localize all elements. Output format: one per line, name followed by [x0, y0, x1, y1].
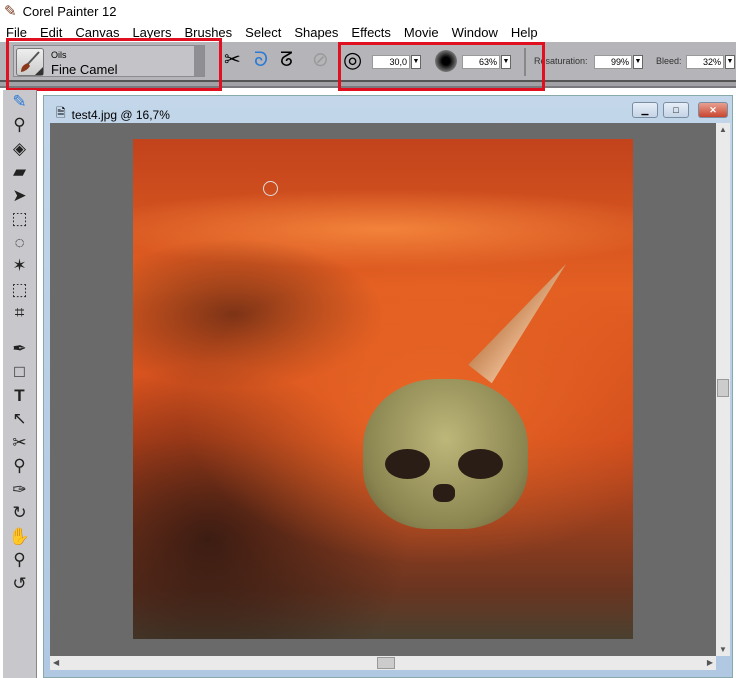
dropper-tool-icon[interactable]: ⚲	[3, 114, 36, 138]
painting-canvas[interactable]	[133, 139, 633, 639]
menu-window[interactable]: Window	[452, 25, 498, 40]
reset-tool-icon[interactable]: ⊘	[312, 48, 329, 72]
rectangle-tool-icon[interactable]: □	[3, 361, 36, 385]
horizontal-scroll-thumb[interactable]	[377, 657, 395, 669]
toolbox-divider	[3, 325, 36, 337]
brush-cursor	[263, 181, 278, 196]
document-window: 🗎 test4.jpg @ 16,7% ▁ □ ✕ ▲ ▼ ◀ ▶	[43, 95, 733, 678]
bleed-dropdown[interactable]: ▼	[725, 55, 735, 69]
vertical-scrollbar[interactable]: ▲ ▼	[716, 123, 730, 656]
canvas-area[interactable]	[50, 123, 716, 656]
close-button[interactable]: ✕	[698, 102, 728, 118]
eraser-tool-icon[interactable]: ▰	[3, 161, 36, 185]
app-title: Corel Painter 12	[22, 3, 117, 19]
document-title: test4.jpg @ 16,7%	[71, 107, 170, 122]
skull-eye	[458, 449, 503, 479]
painted-skull	[363, 379, 528, 529]
straight-stroke-icon[interactable]: ᘔ	[280, 48, 293, 72]
menu-effects[interactable]: Effects	[351, 25, 391, 40]
rect-select-tool-icon[interactable]: ⬚	[3, 208, 36, 232]
document-title-area: 🗎 test4.jpg @ 16,7%	[56, 104, 170, 125]
layer-adjuster-tool-icon[interactable]: ➤	[3, 184, 36, 208]
skull-nose	[433, 484, 455, 502]
toolbox: ✎ ⚲ ◈ ▰ ➤ ⬚ ◌ ✶ ⬚ ⌗ ✒ □ T ↖ ✂ ⚲ ✑ ↻ ✋ ⚲ …	[3, 90, 37, 678]
paint-bucket-tool-icon[interactable]: ◈	[3, 137, 36, 161]
scroll-right-icon[interactable]: ▶	[707, 658, 713, 667]
magnifier-tool-icon[interactable]: ⚲	[3, 549, 36, 573]
burn-tool-icon[interactable]: ↻	[3, 502, 36, 526]
vertical-scroll-thumb[interactable]	[717, 379, 729, 397]
highlight-brush-selector	[6, 38, 222, 91]
dodge-tool-icon[interactable]: ✑	[3, 478, 36, 502]
text-tool-icon[interactable]: T	[3, 384, 36, 408]
magic-wand-tool-icon[interactable]: ✶	[3, 255, 36, 279]
menu-help[interactable]: Help	[511, 25, 538, 40]
transform-tool-icon[interactable]: ⬚	[3, 278, 36, 302]
scroll-up-icon[interactable]: ▲	[719, 125, 727, 134]
resaturation-dropdown[interactable]: ▼	[633, 55, 643, 69]
scroll-left-icon[interactable]: ◀	[53, 658, 59, 667]
horizontal-scrollbar[interactable]: ◀ ▶	[50, 656, 716, 670]
pen-tool-icon[interactable]: ✒	[3, 337, 36, 361]
skull-eye	[385, 449, 430, 479]
bleed-label: Bleed:	[656, 56, 682, 66]
highlight-size-opacity	[338, 42, 545, 91]
crop-tool-icon[interactable]: ⌗	[3, 302, 36, 326]
resaturation-field[interactable]: 99%	[594, 55, 632, 69]
scroll-down-icon[interactable]: ▼	[719, 645, 727, 654]
painter-brush-icon: ✎	[4, 3, 17, 20]
cloner-tool-icon[interactable]: ✂	[3, 431, 36, 455]
dab-type-icon[interactable]: ✂	[224, 48, 241, 72]
grabber-tool-icon[interactable]: ✋	[3, 525, 36, 549]
maximize-button[interactable]: □	[663, 102, 689, 118]
document-icon: 🗎	[56, 106, 66, 120]
shape-selection-tool-icon[interactable]: ↖	[3, 408, 36, 432]
minimize-button[interactable]: ▁	[632, 102, 658, 118]
menu-select[interactable]: Select	[245, 25, 281, 40]
menu-shapes[interactable]: Shapes	[294, 25, 338, 40]
bleed-field[interactable]: 32%	[686, 55, 724, 69]
menu-movie[interactable]: Movie	[404, 25, 439, 40]
rotate-page-tool-icon[interactable]: ↺	[3, 572, 36, 596]
title-bar: ✎ Corel Painter 12	[0, 0, 736, 22]
freehand-stroke-icon[interactable]: ᘐ	[254, 48, 268, 72]
painted-knife	[468, 255, 578, 384]
lasso-tool-icon[interactable]: ◌	[3, 231, 36, 255]
brush-tool-icon[interactable]: ✎	[3, 90, 36, 114]
rubber-stamp-tool-icon[interactable]: ⚲	[3, 455, 36, 479]
